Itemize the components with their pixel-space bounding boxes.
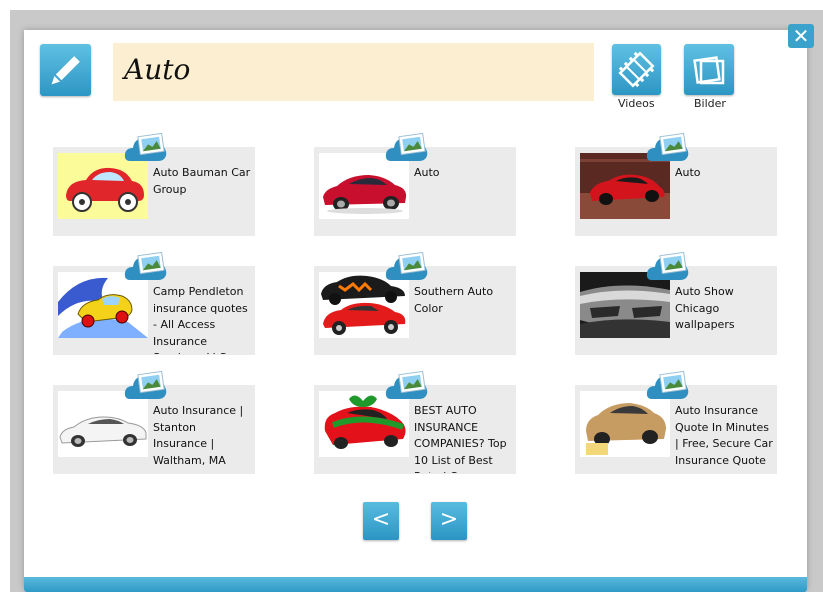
videos-label: Videos <box>618 97 655 110</box>
result-title: Auto <box>414 166 440 179</box>
search-query: Auto <box>124 53 191 86</box>
cloud-image-icon <box>385 251 428 280</box>
search-field[interactable]: Auto <box>113 43 594 101</box>
result-title: Auto Insurance Quote In Minutes | Free, … <box>675 404 773 467</box>
cloud-image-icon <box>124 370 167 399</box>
cloud-image-icon <box>385 132 428 161</box>
result-title: Southern Auto Color <box>414 285 494 315</box>
photos-icon <box>693 56 725 85</box>
videos-button[interactable] <box>612 44 661 95</box>
cloud-image-icon <box>646 370 689 399</box>
result-title: Auto <box>675 166 701 179</box>
previous-page-button[interactable]: < <box>363 502 399 540</box>
next-page-button[interactable]: > <box>431 502 467 540</box>
pencil-icon <box>51 56 80 85</box>
chevron-right-icon: > <box>439 507 459 532</box>
images-label: Bilder <box>694 97 726 110</box>
close-button[interactable]: ✕ <box>788 24 814 48</box>
result-title: Auto Show Chicago wallpapers <box>675 285 735 331</box>
cloud-image-icon <box>646 132 689 161</box>
result-title: Camp Pendleton insurance quotes - All Ac… <box>153 285 248 354</box>
cloud-image-icon <box>124 251 167 280</box>
dialog-bottom-bar <box>24 577 807 592</box>
cloud-image-icon <box>646 251 689 280</box>
close-icon: ✕ <box>792 24 810 48</box>
cloud-image-icon <box>124 132 167 161</box>
result-title: Auto Bauman Car Group <box>153 166 251 196</box>
cloud-image-icon <box>385 370 428 399</box>
edit-button[interactable] <box>40 44 91 96</box>
result-title: BEST AUTO INSURANCE COMPANIES? Top 10 Li… <box>414 404 507 473</box>
chevron-left-icon: < <box>371 507 391 532</box>
result-title: Auto Insurance | Stanton Insurance | Wal… <box>153 404 244 467</box>
images-button[interactable] <box>684 44 734 95</box>
film-icon <box>618 51 655 88</box>
